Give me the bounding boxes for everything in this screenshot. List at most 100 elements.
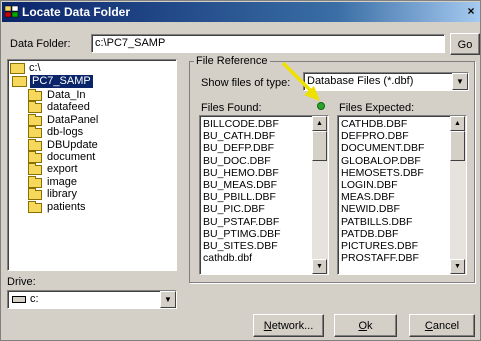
button-text: k <box>367 320 373 332</box>
window-title: Locate Data Folder <box>22 5 131 19</box>
go-button[interactable]: Go <box>450 33 480 55</box>
files-expected-list[interactable]: CATHDB.DBF DEFPRO.DBF DOCUMENT.DBF GLOBALOP… <box>337 115 467 275</box>
files-found-list[interactable]: BILLCODE.DBF BU_CATH.DBF BU_DEFP.DBF BU_DOC… <box>199 115 329 275</box>
list-item[interactable]: PATDB.DBF <box>338 228 448 240</box>
list-item[interactable]: BU_PIC.DBF <box>200 203 310 215</box>
folder-icon <box>28 113 42 126</box>
tree-node-label: library <box>47 188 77 201</box>
open-folder-icon <box>12 76 27 87</box>
list-item[interactable]: MEAS.DBF <box>338 191 448 203</box>
button-mnemonic: N <box>263 320 272 332</box>
annotation-arrow <box>281 61 320 101</box>
tree-node-folder[interactable]: datafeed <box>28 101 168 114</box>
tree-node-folder[interactable]: Data_In <box>28 89 168 102</box>
list-item[interactable]: BILLCODE.DBF <box>200 118 310 130</box>
button-text: etwork... <box>271 320 314 332</box>
list-item[interactable]: BU_MEAS.DBF <box>200 179 310 191</box>
list-item[interactable]: BU_PSTAF.DBF <box>200 216 310 228</box>
files-expected-scrollbar[interactable]: ▲ ▼ <box>450 116 466 274</box>
tree-node-label: export <box>47 163 78 176</box>
list-item[interactable]: BU_CATH.DBF <box>200 130 310 142</box>
tree-node-folder[interactable]: db-logs <box>28 126 168 139</box>
ok-button[interactable]: Ok <box>334 314 397 337</box>
button-mnemonic: C <box>424 320 433 332</box>
tree-node-label: image <box>47 175 77 188</box>
tree-node-selected[interactable]: PC7_SAMP <box>12 75 172 88</box>
tree-node-folder[interactable]: image <box>28 175 168 189</box>
files-found-label: Files Found: <box>201 102 262 114</box>
list-item[interactable]: cathdb.dbf <box>200 252 310 264</box>
data-folder-input[interactable]: c:\PC7_SAMP <box>91 34 445 53</box>
list-item[interactable]: CATHDB.DBF <box>338 118 448 130</box>
list-item[interactable]: BU_DEFP.DBF <box>200 142 310 154</box>
folder-icon <box>28 126 42 139</box>
list-item[interactable]: BU_SITES.DBF <box>200 240 310 252</box>
chevron-down-icon[interactable]: ▼ <box>452 73 468 90</box>
tree-node-folder[interactable]: library <box>28 188 168 201</box>
tree-node-label: PC7_SAMP <box>30 75 93 88</box>
cancel-button[interactable]: Cancel <box>409 314 475 337</box>
chevron-down-icon[interactable]: ▼ <box>160 291 176 308</box>
folder-icon <box>28 101 42 114</box>
tree-node-label: patients <box>47 200 86 213</box>
scroll-down-icon[interactable]: ▼ <box>312 259 327 274</box>
drive-icon <box>12 296 26 303</box>
list-item[interactable]: DEFPRO.DBF <box>338 130 448 142</box>
tree-node-folder[interactable]: export <box>28 163 168 176</box>
scroll-up-icon[interactable]: ▲ <box>450 116 465 131</box>
tree-node-label: Data_In <box>47 89 86 101</box>
tree-node-label: DBUpdate <box>47 138 98 151</box>
folder-icon <box>28 163 42 176</box>
tree-node-label: c:\ <box>29 62 41 74</box>
list-item[interactable]: PICTURES.DBF <box>338 240 448 252</box>
folder-icon <box>28 175 42 188</box>
files-found-scrollbar[interactable]: ▲ ▼ <box>312 116 328 274</box>
folder-tree[interactable]: c:\ PC7_SAMP Data_In datafeed DataPanel db-… <box>7 59 177 271</box>
list-item[interactable]: DOCUMENT.DBF <box>338 142 448 154</box>
scroll-thumb[interactable] <box>450 131 465 161</box>
list-item[interactable]: NEWID.DBF <box>338 203 448 215</box>
tree-node-folder[interactable]: patients <box>28 200 168 214</box>
network-button[interactable]: Network... <box>253 314 324 337</box>
tree-node-label: document <box>47 151 96 163</box>
close-icon[interactable]: × <box>464 5 478 19</box>
list-item[interactable]: PATBILLS.DBF <box>338 216 448 228</box>
data-folder-value: c:\PC7_SAMP <box>95 37 166 49</box>
scroll-up-icon[interactable]: ▲ <box>312 116 327 131</box>
data-folder-label: Data Folder: <box>10 38 71 50</box>
status-indicator-icon <box>317 102 325 110</box>
folder-icon <box>28 151 42 163</box>
button-mnemonic: O <box>358 320 368 332</box>
list-item[interactable]: HEMOSETS.DBF <box>338 167 448 179</box>
app-icon <box>5 5 19 18</box>
tree-node-label: datafeed <box>47 101 90 114</box>
tree-node-folder[interactable]: DBUpdate <box>28 138 168 152</box>
scroll-thumb[interactable] <box>312 131 327 161</box>
button-text: ancel <box>432 320 460 332</box>
folder-icon <box>28 188 42 201</box>
tree-node-folder[interactable]: DataPanel <box>28 113 168 127</box>
tree-node-folder[interactable]: document <box>28 151 168 164</box>
files-expected-label: Files Expected: <box>339 102 415 114</box>
drive-value: c: <box>30 293 39 305</box>
drive-label: Drive: <box>7 276 36 288</box>
list-item[interactable]: GLOBALOP.DBF <box>338 155 448 167</box>
tree-node-root[interactable]: c:\ <box>10 62 170 75</box>
list-item[interactable]: BU_HEMO.DBF <box>200 167 310 179</box>
tree-node-label: db-logs <box>47 126 84 139</box>
list-item[interactable]: LOGIN.DBF <box>338 179 448 191</box>
folder-icon <box>28 138 42 151</box>
list-item[interactable]: BU_PBILL.DBF <box>200 191 310 203</box>
folder-icon <box>28 89 42 101</box>
folder-icon <box>28 200 42 213</box>
list-item[interactable]: PROSTAFF.DBF <box>338 252 448 264</box>
tree-node-label: DataPanel <box>47 113 99 126</box>
list-item[interactable]: BU_DOC.DBF <box>200 155 310 167</box>
title-bar[interactable]: Locate Data Folder × <box>2 2 480 22</box>
list-item[interactable]: BU_PTIMG.DBF <box>200 228 310 240</box>
open-folder-icon <box>10 63 25 74</box>
drive-select[interactable]: c: ▼ <box>7 290 177 309</box>
scroll-down-icon[interactable]: ▼ <box>450 259 465 274</box>
file-reference-label: File Reference <box>194 55 270 67</box>
file-type-select[interactable]: Database Files (*.dbf) ▼ <box>303 72 469 91</box>
